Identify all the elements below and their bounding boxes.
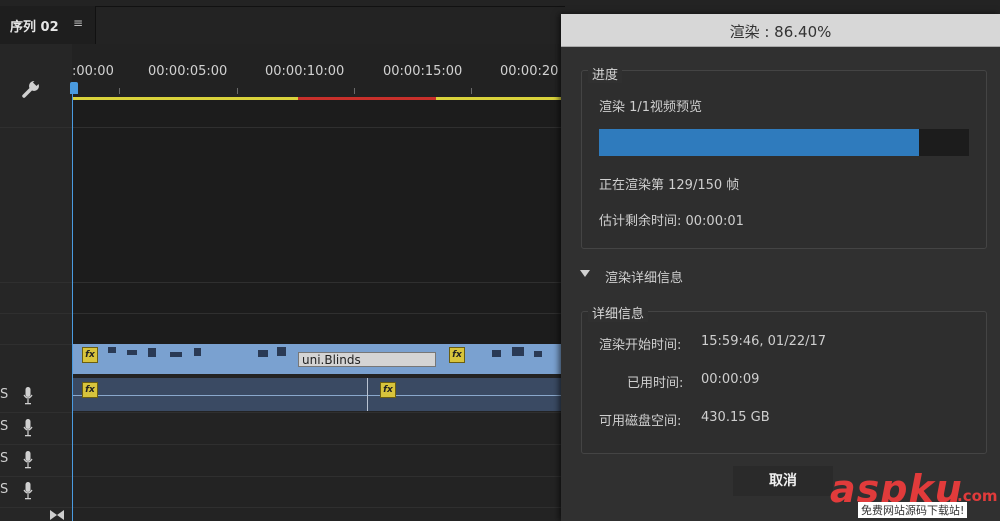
render-task-label: 渲染 1/1视频预览: [599, 100, 703, 115]
details-toggle-label[interactable]: 渲染详细信息: [605, 267, 683, 286]
fx-badge-icon[interactable]: fx: [380, 382, 396, 398]
disclosure-triangle-icon[interactable]: [580, 270, 590, 277]
playhead-line[interactable]: [72, 94, 73, 521]
audio-volume-line[interactable]: [72, 395, 564, 396]
microphone-icon[interactable]: [23, 482, 33, 500]
sequence-title[interactable]: 序列 02: [10, 16, 59, 35]
solo-toggle[interactable]: S: [0, 419, 8, 434]
fx-badge-icon[interactable]: fx: [82, 382, 98, 398]
ruler-timecode: 00:00:05:00: [148, 64, 228, 79]
cancel-button[interactable]: 取消: [733, 466, 833, 496]
solo-toggle[interactable]: S: [0, 387, 8, 402]
watermark-tagline: 免费网站源码下载站!: [858, 502, 968, 518]
detail-value: 15:59:46, 01/22/17: [701, 334, 827, 349]
fx-badge-icon[interactable]: fx: [82, 347, 98, 363]
track-divider: [0, 444, 564, 445]
details-group-label: 详细信息: [588, 303, 649, 322]
track-divider: [0, 412, 564, 413]
detail-label: 已用时间:: [627, 376, 684, 391]
clip-edit-point[interactable]: [367, 378, 368, 411]
ruler-timecode: 00:00:10:00: [265, 64, 345, 79]
empty-video-tracks-area[interactable]: [72, 100, 564, 344]
track-divider: [0, 507, 564, 508]
track-divider: [0, 282, 564, 283]
microphone-icon[interactable]: [23, 387, 33, 405]
transition-clip[interactable]: uni.Blinds: [298, 352, 436, 367]
panel-menu-icon[interactable]: ≡: [73, 16, 83, 30]
microphone-icon[interactable]: [23, 451, 33, 469]
ruler-timecode: 00:00:15:00: [383, 64, 463, 79]
detail-value: 00:00:09: [701, 372, 760, 387]
time-ruler[interactable]: :00:00 00:00:05:00 00:00:10:00 00:00:15:…: [72, 44, 564, 100]
track-divider: [0, 313, 564, 314]
detail-label: 渲染开始时间:: [599, 338, 682, 353]
remaining-time: 估计剩余时间: 00:00:01: [599, 214, 744, 229]
progress-bar-fill: [599, 129, 919, 156]
bowtie-icon[interactable]: [49, 509, 65, 521]
detail-label: 可用磁盘空间:: [599, 414, 682, 429]
ruler-timecode: 00:00:20: [500, 64, 559, 79]
detail-value: 430.15 GB: [701, 410, 770, 425]
render-dialog: 渲染 : 86.40% 进度 渲染 1/1视频预览 正在渲染第 129/150 …: [561, 14, 1000, 521]
microphone-icon[interactable]: [23, 419, 33, 437]
panel-top-border: [95, 6, 565, 7]
track-divider: [0, 476, 564, 477]
dialog-title: 渲染 : 86.40%: [729, 23, 832, 41]
wrench-icon[interactable]: [20, 78, 42, 100]
track-divider: [0, 127, 564, 128]
progress-bar: [599, 129, 969, 156]
solo-toggle[interactable]: S: [0, 482, 8, 497]
solo-toggle[interactable]: S: [0, 451, 8, 466]
fx-badge-icon[interactable]: fx: [449, 347, 465, 363]
dialog-titlebar[interactable]: 渲染 : 86.40%: [561, 14, 1000, 47]
frame-status: 正在渲染第 129/150 帧: [599, 178, 740, 193]
playhead-handle[interactable]: [70, 82, 78, 94]
ruler-timecode: :00:00: [72, 64, 114, 79]
progress-group-label: 进度: [588, 64, 623, 83]
